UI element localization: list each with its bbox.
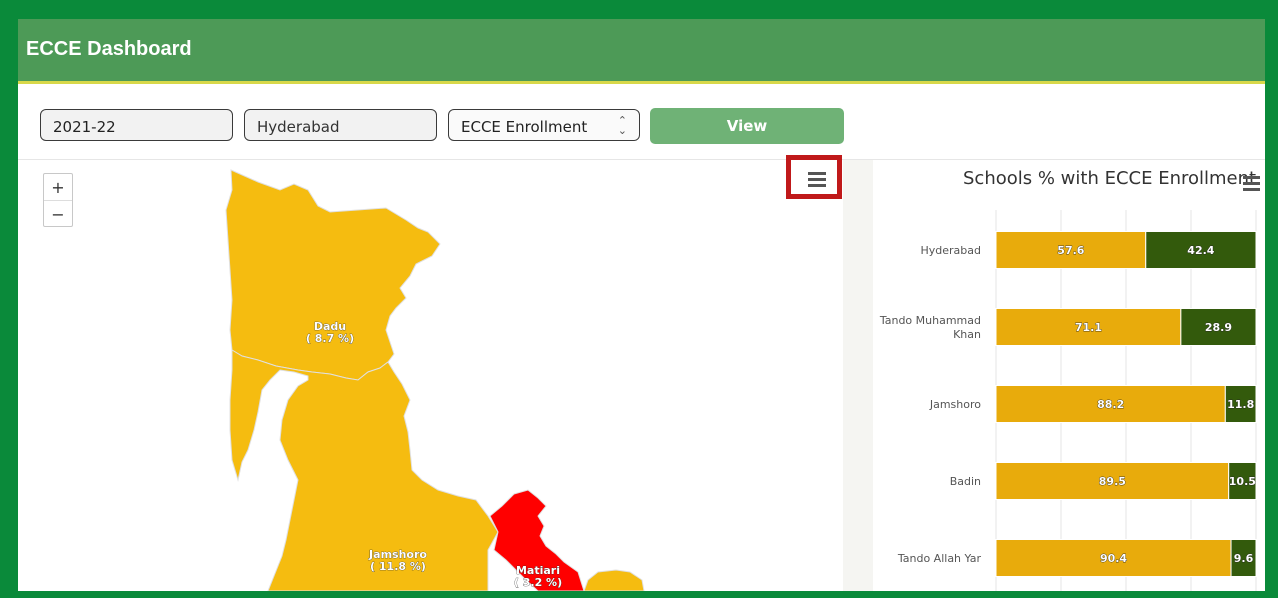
header-bar: ECCE Dashboard bbox=[18, 19, 1265, 84]
bar-data-label: 11.8 bbox=[1227, 398, 1254, 411]
indicator-select[interactable]: ECCE Enrollment ⌃ ⌄ bbox=[448, 109, 640, 141]
category-label: Badin bbox=[950, 475, 981, 488]
bar-data-label: 90.4 bbox=[1100, 552, 1127, 565]
map-region-dadu[interactable] bbox=[225, 169, 441, 381]
bar-data-label: 42.4 bbox=[1187, 244, 1214, 257]
page-title: ECCE Dashboard bbox=[26, 38, 192, 60]
category-label: Hyderabad bbox=[921, 244, 982, 257]
map-region-jamshoro[interactable] bbox=[229, 349, 499, 591]
stacked-bar-chart: Hyderabad 57.6 42.4 Tando MuhammadKhan 71.1 2… bbox=[879, 210, 1257, 591]
map-region-value: ( 8.7 %) bbox=[306, 332, 354, 345]
category-label: Tando Allah Yar bbox=[897, 552, 982, 565]
dashboard-panel: ECCE Dashboard 2021-22 Hyderabad ECCE En… bbox=[18, 19, 1265, 591]
bar-data-label: 88.2 bbox=[1097, 398, 1124, 411]
bar-data-label: 9.6 bbox=[1234, 552, 1254, 565]
zoom-control: + − bbox=[43, 173, 73, 227]
category-label: Khan bbox=[953, 328, 981, 341]
hamburger-menu-icon[interactable] bbox=[808, 172, 826, 190]
bar-data-label: 10.5 bbox=[1229, 475, 1256, 488]
district-field[interactable]: Hyderabad bbox=[244, 109, 437, 141]
map-region-value: ( 11.8 %) bbox=[370, 560, 426, 573]
chart-panel: Schools % with ECCE Enrollment Hyderabad… bbox=[843, 160, 1265, 591]
zoom-out-button[interactable]: − bbox=[44, 201, 72, 227]
filter-bar: 2021-22 Hyderabad ECCE Enrollment ⌃ ⌄ Vie… bbox=[18, 84, 1265, 160]
category-label: Tando Muhammad bbox=[879, 314, 981, 327]
view-button[interactable]: View bbox=[650, 108, 844, 144]
map-menu-highlight bbox=[786, 155, 842, 199]
bar-data-label: 28.9 bbox=[1205, 321, 1232, 334]
map-region-south[interactable] bbox=[583, 569, 645, 591]
bar-data-label: 57.6 bbox=[1057, 244, 1084, 257]
district-map: Dadu( 8.7 %)Jamshoro( 11.8 %) Matiari( 3.… bbox=[225, 169, 645, 591]
map-region-value: ( 3.2 %) bbox=[514, 576, 562, 589]
year-field[interactable]: 2021-22 bbox=[40, 109, 233, 141]
category-label: Jamshoro bbox=[929, 398, 981, 411]
chevron-updown-icon: ⌃ ⌄ bbox=[617, 114, 627, 137]
indicator-select-value: ECCE Enrollment bbox=[461, 118, 588, 136]
bar-data-label: 89.5 bbox=[1099, 475, 1126, 488]
zoom-in-button[interactable]: + bbox=[44, 174, 72, 201]
map-panel[interactable]: Dadu( 8.7 %) Jamshoro( 11.8 %) Matiari( 3.… bbox=[18, 155, 843, 591]
bar-data-label: 71.1 bbox=[1075, 321, 1102, 334]
